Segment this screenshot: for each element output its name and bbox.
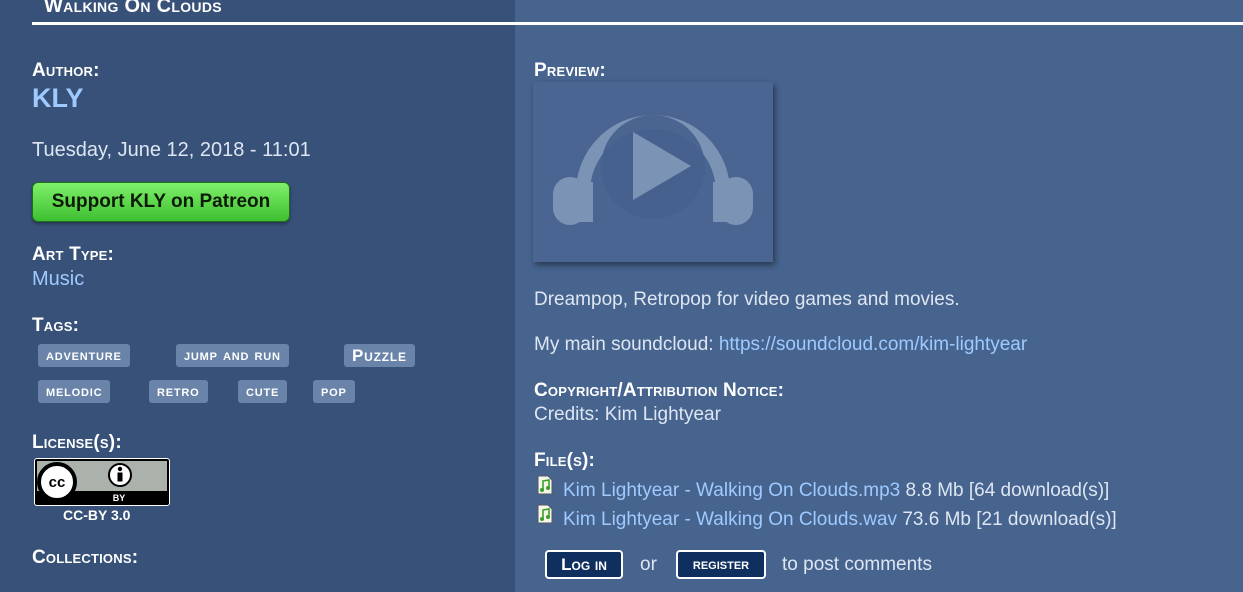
file-row-mp3: Kim Lightyear - Walking On Clouds.mp3 8.… [563,480,1109,502]
audio-file-icon [537,504,553,524]
post-comments-text: to post comments [782,554,932,575]
art-type-heading: Art Type: [32,244,115,265]
tags-heading: Tags: [32,315,80,336]
register-button[interactable]: register [676,550,766,579]
page-title: Walking On Clouds [44,0,222,17]
art-type-link[interactable]: Music [32,268,84,291]
license-heading: License(s): [32,432,122,453]
login-button[interactable]: Log in [545,550,623,579]
tag-jump-and-run[interactable]: jump and run [176,344,289,367]
files-heading: File(s): [534,450,596,471]
tag-cute[interactable]: cute [238,380,288,403]
tag-puzzle[interactable]: Puzzle [344,344,415,367]
author-link[interactable]: KLY [32,83,84,114]
cc-by-license-badge[interactable]: cc BY [34,458,170,506]
tag-retro[interactable]: retro [149,380,208,403]
audio-preview-player[interactable] [533,82,773,262]
soundcloud-link[interactable]: https://soundcloud.com/kim-lightyear [719,334,1027,355]
file-row-wav: Kim Lightyear - Walking On Clouds.wav 73… [563,509,1117,531]
post-date: Tuesday, June 12, 2018 - 11:01 [32,139,311,161]
description-text: Dreampop, Retropop for video games and m… [534,289,960,310]
credits-text: Credits: Kim Lightyear [534,404,721,425]
file-info-wav: 73.6 Mb [21 download(s)] [902,509,1117,530]
by-glyph: BY [113,493,126,503]
patreon-support-button[interactable]: Support KLY on Patreon [32,182,290,222]
or-text: or [640,554,657,575]
soundcloud-prefix: My main soundcloud: [534,334,714,355]
collections-heading: Collections: [32,547,139,568]
file-info-mp3: 8.8 Mb [64 download(s)] [905,480,1110,501]
creative-commons-icon: cc BY [37,461,167,503]
page-title-bar: Walking On Clouds [32,0,1243,25]
author-heading: Author: [32,60,100,81]
cc-glyph: cc [49,474,66,491]
tag-adventure[interactable]: adventure [38,344,130,367]
tag-melodic[interactable]: melodic [38,380,111,403]
soundcloud-line: My main soundcloud: https://soundcloud.c… [534,334,1027,356]
file-link-wav[interactable]: Kim Lightyear - Walking On Clouds.wav [563,509,897,530]
copyright-heading: Copyright/Attribution Notice: [534,380,785,401]
file-link-mp3[interactable]: Kim Lightyear - Walking On Clouds.mp3 [563,480,900,501]
headphones-play-icon [553,115,753,225]
audio-file-icon [537,475,553,495]
license-name: CC-BY 3.0 [63,507,131,523]
tag-pop[interactable]: pop [313,380,355,403]
preview-heading: Preview: [534,60,606,81]
